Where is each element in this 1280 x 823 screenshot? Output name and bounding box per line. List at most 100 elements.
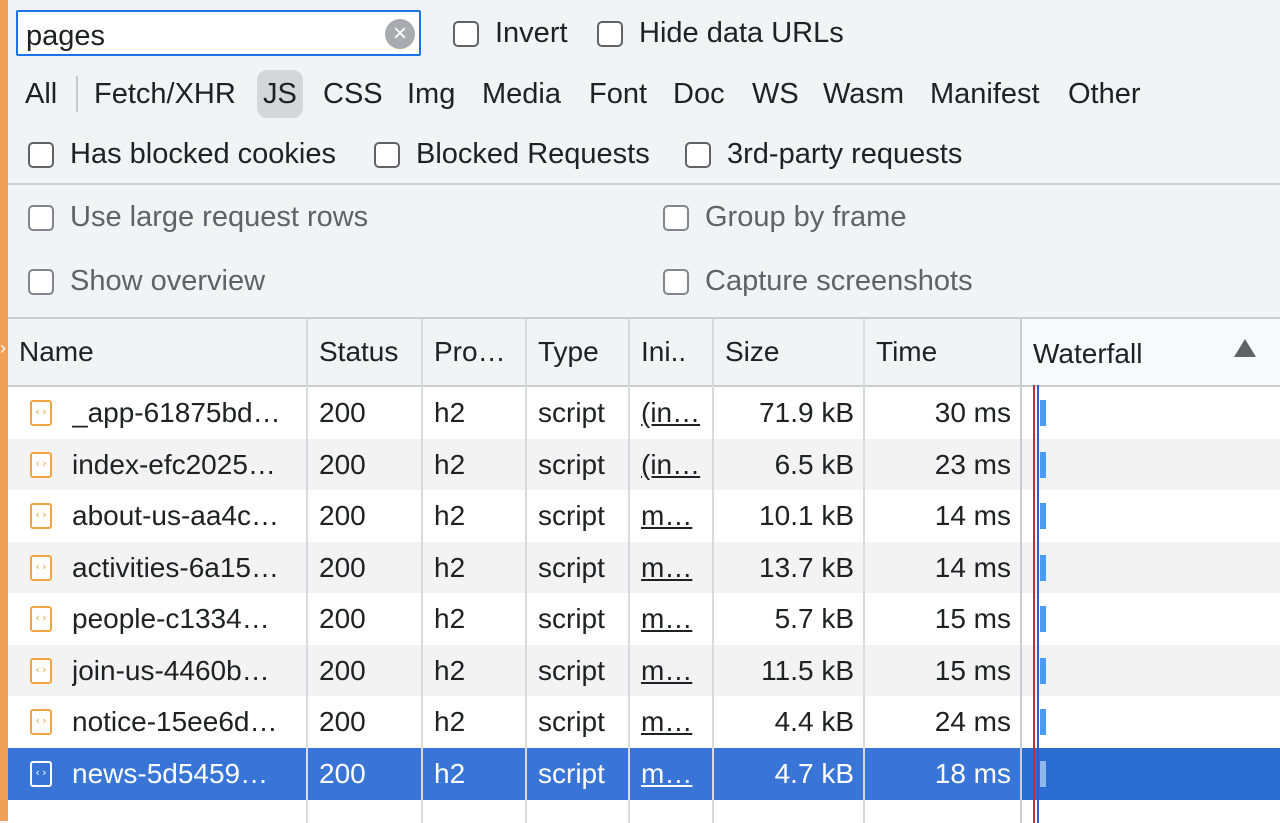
cell-status: 200 bbox=[319, 500, 366, 531]
type-filter-img[interactable]: Img bbox=[401, 70, 461, 118]
script-file-icon: ‹› bbox=[30, 657, 52, 684]
column-divider bbox=[525, 319, 527, 823]
cell-status-wrap: 200 bbox=[319, 439, 419, 491]
column-header-protocol[interactable]: Pro… bbox=[423, 319, 525, 385]
request-row[interactable]: ‹› about-us-aa4c… 200 h2 script m… 10.1 kB 14 m… bbox=[8, 490, 1280, 542]
cell-protocol: h2 bbox=[434, 757, 466, 789]
cell-type-wrap: script bbox=[538, 387, 626, 439]
type-filter-ws[interactable]: WS bbox=[746, 70, 805, 118]
cell-initiator[interactable]: m… bbox=[641, 500, 692, 531]
request-row[interactable]: ‹› notice-15ee6d… 200 h2 script m… 4.4 kB 24 ms bbox=[8, 696, 1280, 748]
request-row[interactable]: ‹› activities-6a15… 200 h2 script m… 13.7 kB 14… bbox=[8, 541, 1280, 594]
cell-initiator[interactable]: m… bbox=[641, 655, 692, 686]
request-row[interactable]: ‹› news-5d5459… 200 h2 script m… 4.7 kB 18 ms bbox=[8, 747, 1280, 800]
column-header-name[interactable]: Name bbox=[8, 319, 306, 385]
cell-name[interactable]: people-c1334… bbox=[72, 603, 270, 634]
request-row[interactable]: ‹› index-efc2025… 200 h2 script (in… 6.5 kB 23 … bbox=[8, 438, 1280, 491]
show-overview-box[interactable] bbox=[28, 268, 54, 295]
type-filter-doc[interactable]: Doc bbox=[667, 70, 731, 118]
chevron-right-icon: › bbox=[0, 338, 6, 358]
cell-initiator[interactable]: m… bbox=[641, 552, 692, 583]
has-blocked-cookies-box[interactable] bbox=[28, 141, 54, 168]
cell-protocol-wrap: h2 bbox=[434, 696, 522, 748]
cell-name[interactable]: news-5d5459… bbox=[72, 758, 268, 789]
third-party-requests-label: 3rd-party requests bbox=[727, 138, 963, 170]
column-header-size[interactable]: Size bbox=[714, 319, 863, 385]
cell-status-wrap: 200 bbox=[319, 387, 419, 439]
waterfall-cell bbox=[1022, 593, 1280, 645]
type-filter-other[interactable]: Other bbox=[1062, 70, 1147, 118]
show-overview-checkbox[interactable]: Show overview bbox=[28, 265, 265, 298]
type-filter-manifest[interactable]: Manifest bbox=[924, 70, 1046, 118]
cell-initiator[interactable]: m… bbox=[641, 758, 692, 789]
load-event-marker bbox=[1033, 385, 1035, 823]
cell-name-wrap: activities-6a15… bbox=[72, 542, 304, 594]
cell-size: 6.5 kB bbox=[774, 448, 854, 480]
column-divider bbox=[306, 319, 308, 823]
group-by-frame-checkbox[interactable]: Group by frame bbox=[663, 201, 906, 234]
cell-time: 15 ms bbox=[934, 654, 1011, 686]
hide-data-urls-checkbox[interactable]: Hide data URLs bbox=[597, 17, 844, 50]
cell-name[interactable]: index-efc2025… bbox=[72, 449, 276, 480]
type-filter-media[interactable]: Media bbox=[476, 70, 567, 118]
invert-checkbox-box[interactable] bbox=[453, 20, 479, 47]
cell-initiator[interactable]: (in… bbox=[641, 397, 700, 428]
type-filter-fetch-xhr[interactable]: Fetch/XHR bbox=[88, 70, 242, 118]
has-blocked-cookies-checkbox[interactable]: Has blocked cookies bbox=[28, 138, 336, 171]
capture-screenshots-checkbox[interactable]: Capture screenshots bbox=[663, 265, 973, 298]
capture-screenshots-box[interactable] bbox=[663, 268, 689, 295]
cell-type-wrap: script bbox=[538, 439, 626, 491]
third-party-requests-box[interactable] bbox=[685, 141, 711, 168]
capture-screenshots-label: Capture screenshots bbox=[705, 265, 973, 297]
cell-time: 18 ms bbox=[934, 757, 1011, 789]
type-filter-css[interactable]: CSS bbox=[317, 70, 389, 118]
large-rows-checkbox[interactable]: Use large request rows bbox=[28, 201, 368, 234]
column-header-status[interactable]: Status bbox=[308, 319, 421, 385]
type-filter-font[interactable]: Font bbox=[583, 70, 653, 118]
hide-data-urls-checkbox-box[interactable] bbox=[597, 20, 623, 47]
cell-initiator[interactable]: (in… bbox=[641, 449, 700, 480]
cell-name[interactable]: _app-61875bd… bbox=[72, 397, 281, 428]
column-header-time[interactable]: Time bbox=[865, 319, 1020, 385]
invert-checkbox[interactable]: Invert bbox=[453, 17, 568, 50]
cell-size: 4.4 kB bbox=[774, 706, 854, 737]
cell-status-wrap: 200 bbox=[319, 696, 419, 748]
cell-time: 23 ms bbox=[934, 448, 1011, 480]
cell-status-wrap: 200 bbox=[319, 748, 419, 800]
cell-type: script bbox=[538, 706, 605, 737]
large-rows-box[interactable] bbox=[28, 204, 54, 231]
cell-protocol-wrap: h2 bbox=[434, 645, 522, 697]
cell-size-wrap: 6.5 kB bbox=[714, 439, 854, 491]
type-filter-js[interactable]: JS bbox=[257, 70, 303, 118]
cell-initiator[interactable]: m… bbox=[641, 603, 692, 634]
blocked-requests-checkbox[interactable]: Blocked Requests bbox=[374, 138, 650, 171]
cell-initiator[interactable]: m… bbox=[641, 706, 692, 737]
cell-name[interactable]: activities-6a15… bbox=[72, 552, 279, 583]
type-filter-all[interactable]: All bbox=[19, 70, 63, 118]
column-header-initiator[interactable]: Ini.. bbox=[630, 319, 712, 385]
type-filter-wasm[interactable]: Wasm bbox=[817, 70, 910, 118]
cell-protocol: h2 bbox=[434, 654, 466, 686]
sort-ascending-icon[interactable] bbox=[1234, 339, 1256, 357]
blocked-requests-box[interactable] bbox=[374, 141, 400, 168]
filter-input[interactable]: pages × bbox=[16, 10, 421, 56]
cell-type: script bbox=[538, 500, 605, 531]
waterfall-cell bbox=[1022, 387, 1280, 439]
cell-name[interactable]: about-us-aa4c… bbox=[72, 500, 279, 531]
cell-protocol-wrap: h2 bbox=[434, 542, 522, 594]
clear-icon[interactable]: × bbox=[385, 19, 415, 49]
request-row[interactable]: ‹› join-us-4460b… 200 h2 script m… 11.5 kB 15 m… bbox=[8, 644, 1280, 697]
group-by-frame-box[interactable] bbox=[663, 204, 689, 231]
column-header-waterfall[interactable]: Waterfall bbox=[1022, 319, 1280, 385]
waterfall-bar bbox=[1040, 503, 1046, 529]
column-header-type[interactable]: Type bbox=[527, 319, 628, 385]
cell-time-wrap: 15 ms bbox=[865, 593, 1011, 645]
request-row[interactable]: ‹› _app-61875bd… 200 h2 script (in… 71.9 kB 30 … bbox=[8, 387, 1280, 439]
cell-name-wrap: join-us-4460b… bbox=[72, 645, 304, 697]
third-party-requests-checkbox[interactable]: 3rd-party requests bbox=[685, 138, 962, 171]
cell-name[interactable]: join-us-4460b… bbox=[72, 655, 270, 686]
filter-input-value[interactable]: pages bbox=[26, 21, 105, 51]
script-file-icon: ‹› bbox=[30, 606, 52, 632]
request-row[interactable]: ‹› people-c1334… 200 h2 script m… 5.7 kB 15 ms bbox=[8, 593, 1280, 645]
cell-name[interactable]: notice-15ee6d… bbox=[72, 706, 277, 737]
